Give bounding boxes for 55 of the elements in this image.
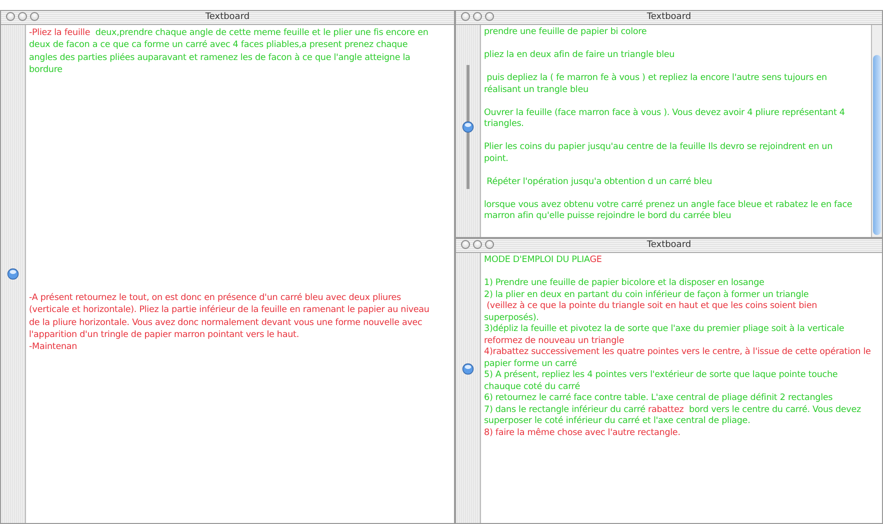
text-run: Répéter l'opération jusqu'a obtention d un carré bleu (486, 176, 712, 186)
text-run: marron afin qu'elle puisse rejoindre le bord du carrée bleu (484, 211, 732, 221)
text-run: réalisant un trangle bleu (484, 84, 588, 94)
text-run: chauque coté du carré (484, 382, 580, 392)
window-title: Textboard (646, 11, 692, 24)
text-run: bord vers le centre du carré. Vous devez (688, 404, 861, 414)
knob-icon[interactable] (462, 362, 474, 376)
text-run: prendre une feuille de papier bi colore (484, 27, 647, 37)
text-run: (veillez à ce que la pointe du triangle soit en haut et que les coins soient bien (486, 301, 818, 311)
text-run: GE (590, 255, 602, 265)
text-run: (verticale et horizontale). Pliez la partie inférieur de la feuille en ramenant le papier au niveau (29, 305, 430, 316)
text-run: 6) retournez le carré face contre table. L'axe central de pliage définit 2 rectangles (484, 393, 833, 403)
text-run: 1) Prendre une feuille de papier bicolore et la disposer en losange (484, 278, 764, 288)
zoom-button[interactable] (485, 12, 494, 21)
text-run: superposer le coté inférieur du carré et l'axe central de pliage. (484, 416, 750, 426)
text-run: deux,prendre chaque angle de cette meme feuille et le plier une fis encore en (95, 28, 428, 38)
text-run: 2) la plier en deux en partant du coin inférieur de façon à former un triangle (484, 290, 809, 300)
window-title: Textboard (205, 11, 250, 24)
text-run: 5) A présent, repliez les 4 pointes vers l'extérieur de sorte que laque pointe touche (484, 370, 838, 380)
text-run: bordure (29, 64, 62, 75)
text-run: point. (484, 154, 508, 164)
text-run: 3)dépliz la feuille et pivotez la de sorte que l'axe du premier pliage soit à la verticale (484, 324, 844, 334)
minimize-button[interactable] (473, 240, 482, 249)
minimize-button[interactable] (18, 12, 27, 21)
scrollbar[interactable] (871, 25, 882, 237)
window-title: Textboard (646, 239, 692, 252)
text-run: -A présent retournez le tout, on est donc en présence d'un carré bleu avec deux pliures (29, 293, 401, 304)
text-run: -Maintenan (29, 342, 78, 352)
text-run: superposés). (484, 312, 539, 322)
text-run: deux de facon a ce que ca forme un carré avec 4 faces pliables,a present prenez chaque (29, 40, 408, 50)
zoom-button[interactable] (485, 240, 494, 249)
close-button[interactable] (6, 12, 15, 21)
text-run: 4)rabattez successivement les quatre pointes vers le centre, à l'issue de cette opération le (484, 347, 871, 357)
text-run: pliez la en deux afin de faire un triangle bleu (484, 50, 675, 60)
text-run: rabattez (648, 404, 685, 414)
text-run: Plier les coins du papier jusqu'au centre de la feuille Ils devro se rejoindrent en un (484, 142, 833, 152)
text-run: MODE D'EMPLOI DU PLIA (484, 255, 590, 265)
text-run: 8) faire la même chose avec l'autre rectangle. (484, 428, 680, 438)
text-run: reformez de nouveau un triangle (484, 336, 624, 346)
text-run: puis depliez la ( fe marron fe à vous ) et repliez la encore l'autre sens tujours en (486, 73, 827, 83)
text-run: lorsque vous avez obtenu votre carré prenez un angle face bleue et rabatez le en face (484, 200, 852, 210)
text-run: -Pliez la feuille (29, 28, 92, 38)
zoom-button[interactable] (30, 12, 39, 21)
text-run: 7) dans le rectangle inférieur du carré (484, 404, 646, 414)
text-run: angles des parties pliées auparavant et ramenez les de facon à ce que l'angle atteigne la (29, 52, 410, 63)
knob-icon[interactable] (7, 268, 19, 280)
minimize-button[interactable] (473, 12, 482, 21)
text-run: papier forme un carré (484, 358, 577, 368)
text-run: triangles. (484, 119, 524, 129)
close-button[interactable] (461, 240, 470, 249)
text-run: l'apparition d'un tringle de papier marron pointant vers le haut. (29, 330, 299, 340)
close-button[interactable] (461, 12, 470, 21)
slider-thumb[interactable] (462, 120, 474, 134)
text-run: de la pliure horizontale. Vous avez donc normalement devant vous une forme nouvelle avec (29, 318, 422, 328)
text-run: Ouvrer la feuille (face marron face à vous ). Vous devez avoir 4 pliure représentant 4 (484, 108, 845, 118)
